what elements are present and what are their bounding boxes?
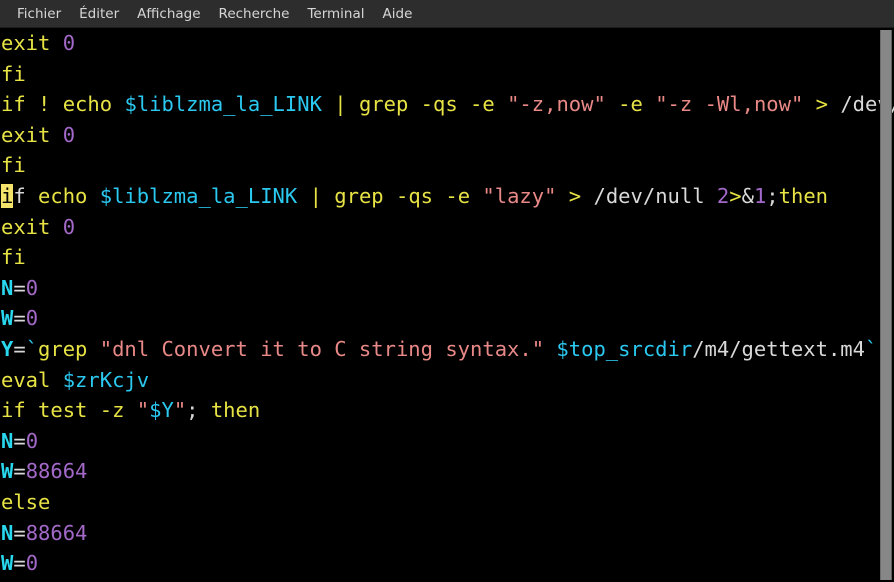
menu-editer[interactable]: Éditer bbox=[70, 0, 128, 28]
vertical-scrollbar[interactable] bbox=[880, 28, 892, 582]
editor-line[interactable]: W=0 bbox=[0, 303, 894, 334]
editor-line[interactable]: N=0 bbox=[0, 273, 894, 304]
terminal-window: Fichier Éditer Affichage Recherche Termi… bbox=[0, 0, 894, 582]
text-cursor: i bbox=[1, 183, 14, 208]
editor-line[interactable]: if test -z "$Y"; then bbox=[0, 395, 894, 426]
editor-line[interactable]: fi bbox=[0, 150, 894, 181]
editor-text-area[interactable]: exit 0 fi if ! echo $liblzma_la_LINK | gre… bbox=[0, 28, 894, 582]
editor-line[interactable]: else bbox=[0, 487, 894, 518]
editor-line[interactable]: exit 0 bbox=[0, 212, 894, 243]
status-line: 195,1 84% bbox=[0, 552, 894, 582]
editor-line[interactable]: if echo $liblzma_la_LINK | grep -qs -e "… bbox=[0, 181, 894, 212]
menubar: Fichier Éditer Affichage Recherche Termi… bbox=[0, 0, 894, 28]
scrollbar-thumb[interactable] bbox=[880, 30, 892, 580]
editor-line[interactable]: if ! echo $liblzma_la_LINK | grep -qs -e… bbox=[0, 89, 894, 120]
editor-line[interactable]: N=0 bbox=[0, 426, 894, 457]
editor-line[interactable]: exit 0 bbox=[0, 28, 894, 59]
menu-aide[interactable]: Aide bbox=[374, 0, 422, 28]
editor-line[interactable]: W=88664 bbox=[0, 456, 894, 487]
editor-line[interactable]: N=88664 bbox=[0, 518, 894, 549]
menu-recherche[interactable]: Recherche bbox=[210, 0, 299, 28]
editor-line[interactable]: Y=`grep "dnl Convert it to C string synt… bbox=[0, 334, 894, 365]
editor-line[interactable]: fi bbox=[0, 59, 894, 90]
menu-affichage[interactable]: Affichage bbox=[128, 0, 209, 28]
editor-line[interactable]: eval $zrKcjv bbox=[0, 365, 894, 396]
editor-line[interactable]: fi bbox=[0, 242, 894, 273]
menu-terminal[interactable]: Terminal bbox=[298, 0, 373, 28]
menu-fichier[interactable]: Fichier bbox=[8, 0, 70, 28]
terminal-body[interactable]: exit 0 fi if ! echo $liblzma_la_LINK | gre… bbox=[0, 28, 894, 582]
editor-line[interactable]: exit 0 bbox=[0, 120, 894, 151]
